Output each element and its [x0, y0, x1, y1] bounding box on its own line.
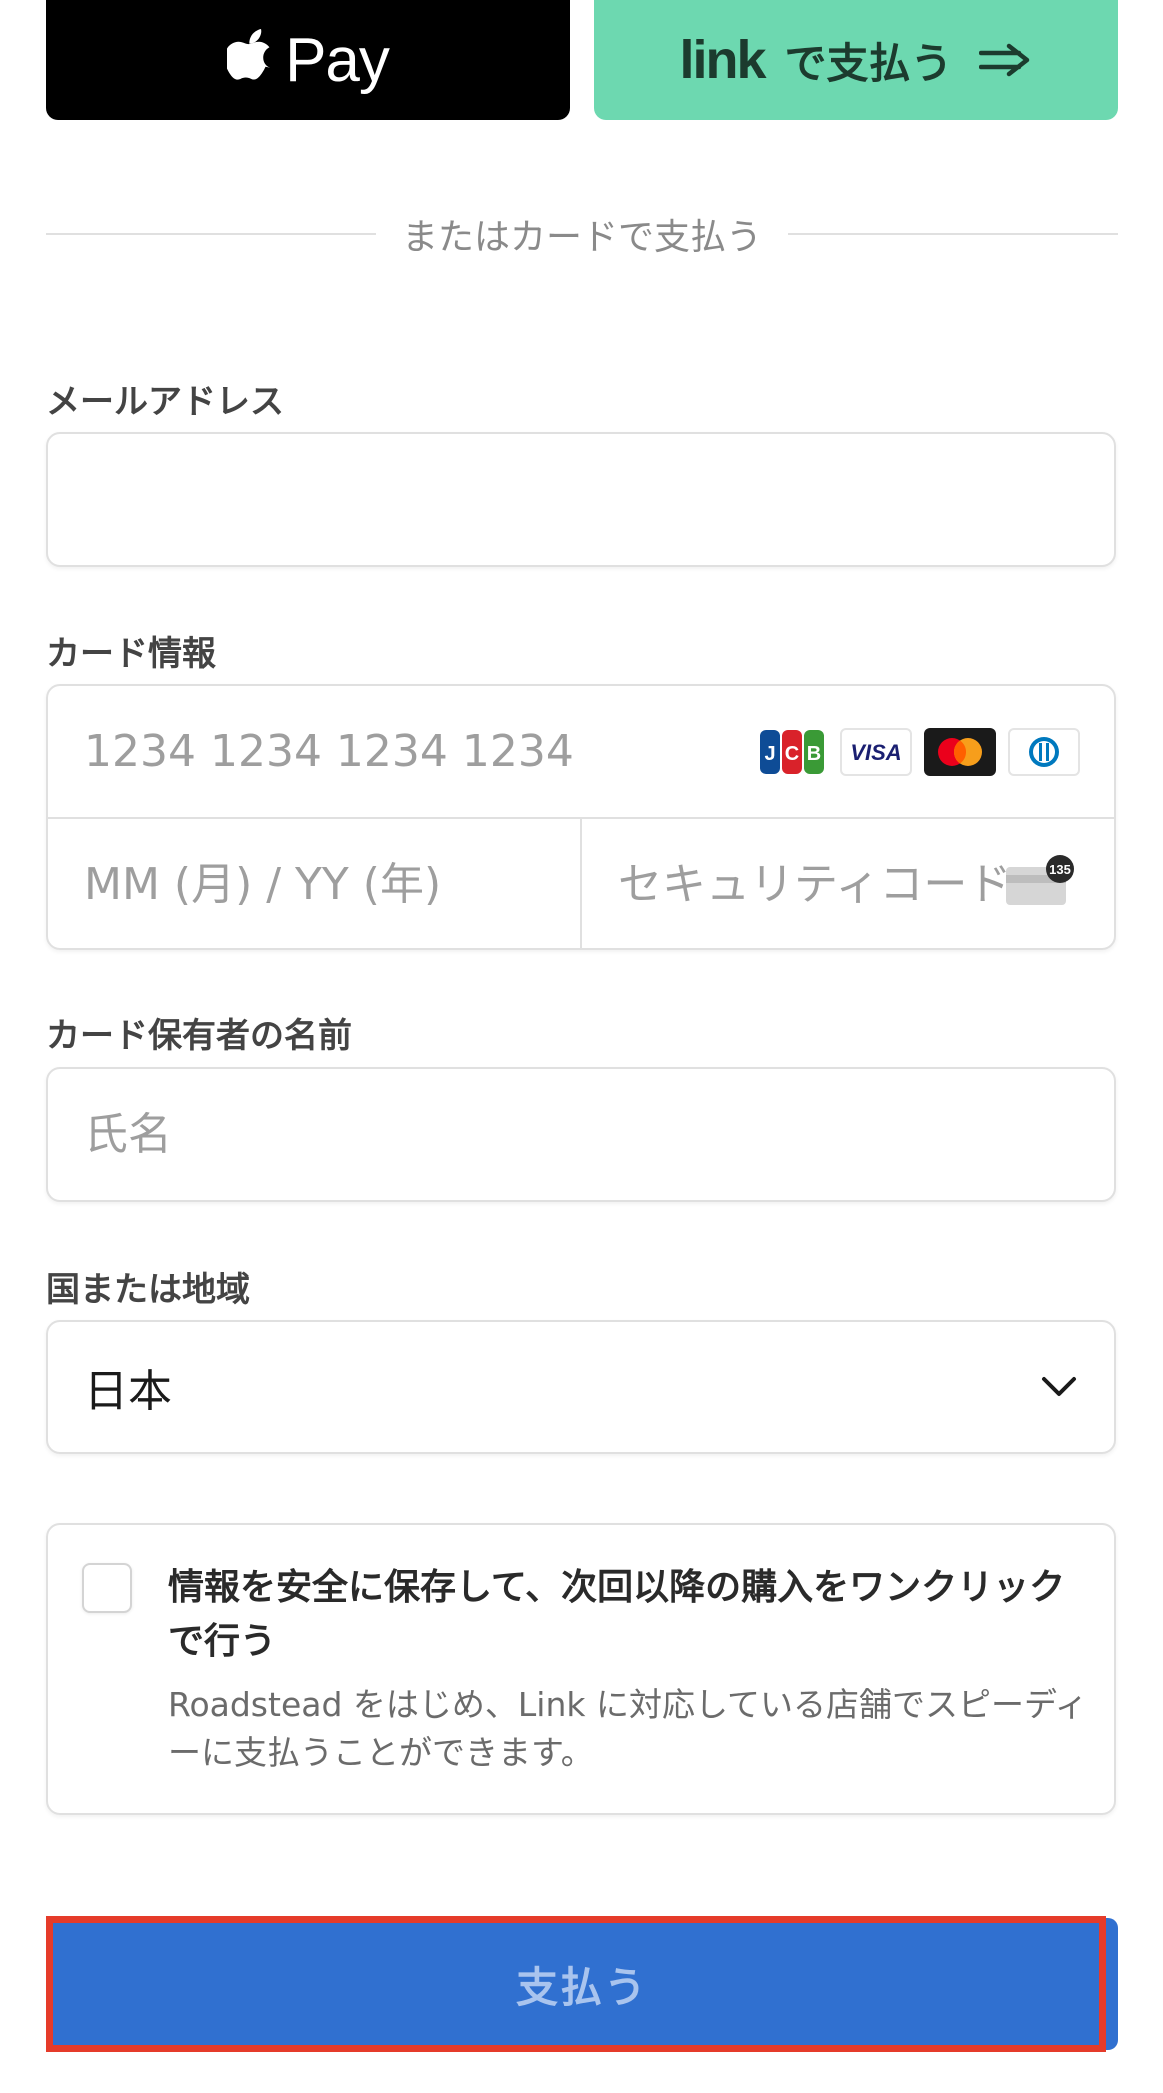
cvc-icon-number: 135 [1049, 862, 1071, 877]
divider-line-left [46, 233, 376, 235]
expiry-wrapper [48, 819, 582, 948]
divider-line-right [788, 233, 1119, 235]
svg-text:C: C [785, 743, 799, 765]
link-pay-label: で支払う [784, 38, 953, 88]
mastercard-icon [924, 728, 996, 776]
wallet-buttons: Pay link で支払う [46, 0, 1118, 120]
cardholder-name-input[interactable] [48, 1069, 1114, 1200]
expiry-input[interactable] [48, 819, 580, 948]
double-arrow-right-icon [978, 43, 1029, 77]
link-logo: link [679, 30, 766, 90]
apple-pay-label: Pay [285, 25, 390, 95]
save-info-box: 情報を安全に保存して、次回以降の購入をワンクリックで行う Roadstead を… [46, 1523, 1116, 1815]
diners-icon [1008, 728, 1080, 776]
link-pay-button[interactable]: link で支払う [594, 0, 1118, 120]
jcb-icon: J C B [756, 728, 828, 776]
card-number-input[interactable] [48, 686, 748, 817]
svg-text:VISA: VISA [850, 740, 901, 765]
card-info-label: カード情報 [46, 634, 216, 674]
apple-pay-button[interactable]: Pay [46, 0, 570, 120]
chevron-down-icon [1042, 1377, 1076, 1396]
email-field[interactable] [48, 434, 1114, 565]
apple-icon [227, 29, 271, 80]
cvc-card-icon: 135 [1006, 855, 1074, 905]
svg-text:J: J [764, 743, 775, 765]
card-number-row: J C B VISA [48, 686, 1114, 819]
cvc-wrapper: 135 [582, 819, 1114, 948]
email-field-wrapper [46, 432, 1116, 567]
cardholder-field-wrapper [46, 1067, 1116, 1202]
country-label: 国または地域 [46, 1270, 250, 1310]
visa-icon: VISA [840, 728, 912, 776]
divider-label: またはカードで支払う [402, 217, 763, 258]
save-info-title: 情報を安全に保存して、次回以降の購入をワンクリックで行う [168, 1567, 1066, 1662]
pay-button[interactable]: 支払う [46, 1918, 1118, 2050]
country-select[interactable]: 日本 [46, 1320, 1116, 1454]
svg-text:B: B [807, 743, 821, 765]
save-info-checkbox[interactable] [82, 1563, 132, 1613]
cardholder-label: カード保有者の名前 [46, 1016, 352, 1056]
card-info-group: J C B VISA [46, 684, 1116, 950]
card-brand-icons: J C B VISA [756, 728, 1080, 776]
country-value: 日本 [84, 1366, 172, 1417]
or-card-divider: またはカードで支払う [46, 208, 1119, 260]
pay-button-label: 支払う [515, 1962, 648, 2012]
card-bottom-row: 135 [48, 819, 1114, 948]
email-label: メールアドレス [46, 382, 284, 422]
save-info-description: Roadstead をはじめ、Link に対応している店舗でスピーディーに支払う… [168, 1685, 1088, 1772]
checkout-page: Pay link で支払う またはカードで支払う メールアドレス カード情報 1… [0, 0, 1163, 2093]
